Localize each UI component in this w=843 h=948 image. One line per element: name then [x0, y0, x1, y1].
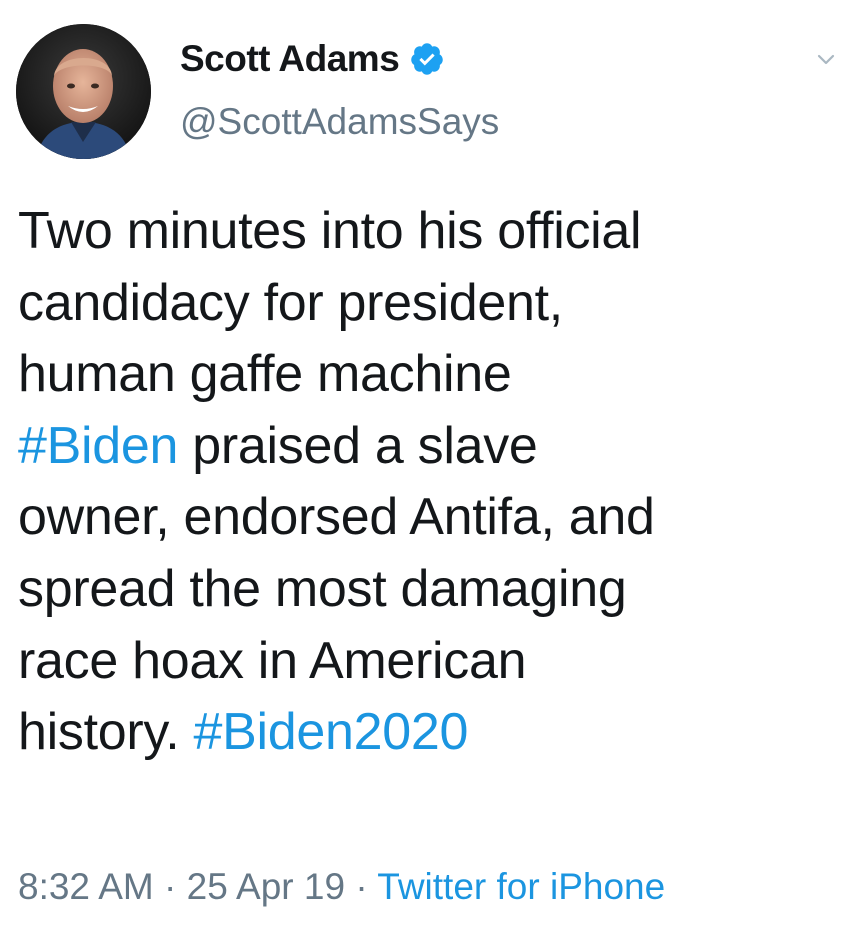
- author-handle[interactable]: @ScottAdamsSays: [180, 101, 499, 143]
- tweet-line: candidacy for president,: [18, 273, 563, 332]
- tweet-line: owner, endorsed Antifa, and: [18, 488, 655, 547]
- meta-separator: ·: [153, 866, 187, 907]
- tweet-line: race hoax in American: [18, 631, 527, 690]
- tweet-line: spread the most damaging: [18, 559, 627, 618]
- tweet: Scott Adams @ScottAdamsSays Two minutes …: [0, 0, 843, 948]
- tweet-date[interactable]: 25 Apr 19: [187, 866, 345, 907]
- hashtag-link[interactable]: #Biden2020: [194, 703, 469, 761]
- chevron-down-icon[interactable]: [815, 48, 837, 70]
- hashtag-link[interactable]: #Biden: [18, 417, 178, 475]
- tweet-time[interactable]: 8:32 AM: [18, 866, 154, 907]
- avatar[interactable]: [16, 24, 151, 159]
- tweet-text: Two minutes into his official candidacy …: [18, 196, 838, 769]
- profile-photo: [16, 24, 151, 159]
- tweet-line: #Biden praised a slave: [18, 416, 538, 475]
- tweet-line: Two minutes into his official: [18, 202, 642, 260]
- tweet-line: history. #Biden2020: [18, 703, 469, 762]
- meta-separator: ·: [345, 866, 378, 907]
- tweet-meta: 8:32 AM · 25 Apr 19 · Twitter for iPhone: [18, 866, 665, 908]
- verified-badge-icon: [411, 43, 444, 75]
- tweet-source[interactable]: Twitter for iPhone: [377, 866, 665, 907]
- tweet-line: human gaffe machine: [18, 345, 512, 404]
- display-name[interactable]: Scott Adams: [180, 38, 400, 80]
- author-row: Scott Adams: [180, 38, 445, 80]
